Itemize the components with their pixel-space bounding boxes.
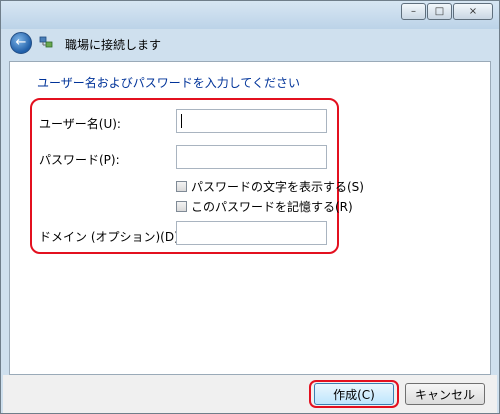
password-label: パスワード(P): [39,153,120,167]
title-bar: – □ × [1,1,499,29]
domain-label: ドメイン (オプション)(D): [39,230,183,244]
dialog-window: – □ × ← 職場に接続します ユーザー名およびパスワードを入力してください … [0,0,500,414]
remember-password-checkbox[interactable] [176,201,187,212]
text-caret [181,114,182,128]
instruction-text: ユーザー名およびパスワードを入力してください [37,76,301,90]
show-password-label: パスワードの文字を表示する(S) [191,180,364,194]
close-button[interactable]: × [453,3,493,20]
page-title: 職場に接続します [65,38,162,52]
wizard-header: ← 職場に接続します [3,29,497,59]
create-button[interactable]: 作成(C) [314,383,394,405]
username-field[interactable] [176,109,327,133]
password-field[interactable] [176,145,327,169]
domain-field[interactable] [176,221,327,245]
cancel-button[interactable]: キャンセル [405,383,485,405]
username-label: ユーザー名(U): [39,117,121,131]
back-arrow-icon[interactable]: ← [10,32,32,54]
content-panel: ユーザー名およびパスワードを入力してください ユーザー名(U): パスワード(P… [9,61,491,375]
window-controls: – □ × [401,3,493,20]
remember-password-label: このパスワードを記憶する(R) [191,200,353,214]
maximize-button[interactable]: □ [427,3,452,20]
minimize-button[interactable]: – [401,3,426,20]
remember-password-option[interactable]: このパスワードを記憶する(R) [176,198,353,215]
show-password-option[interactable]: パスワードの文字を表示する(S) [176,178,364,195]
network-icon [39,36,53,48]
show-password-checkbox[interactable] [176,181,187,192]
